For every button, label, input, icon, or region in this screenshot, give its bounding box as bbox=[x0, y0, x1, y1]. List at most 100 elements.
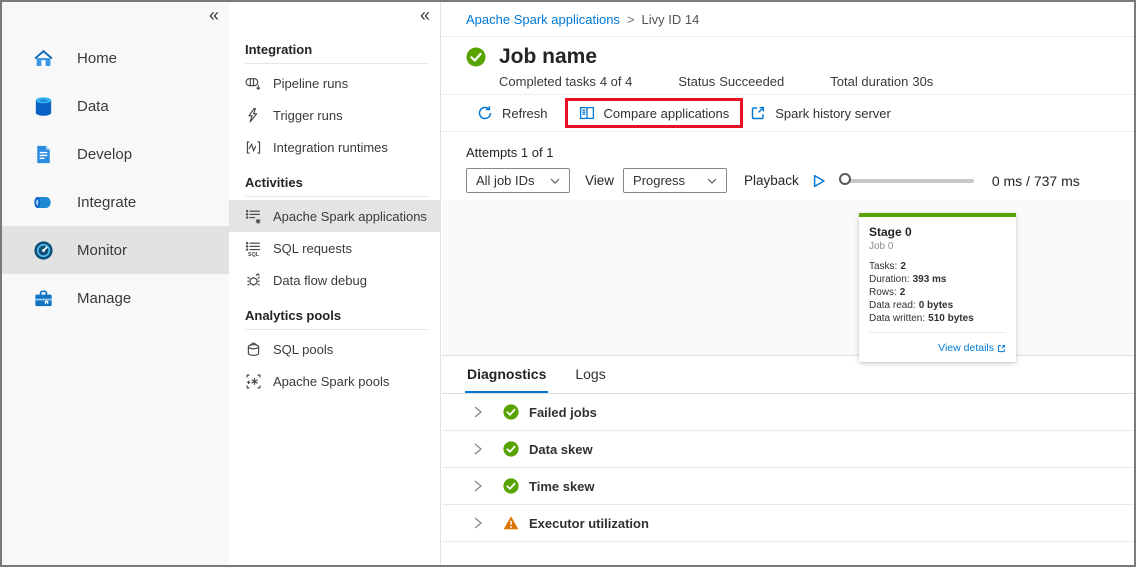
sidebar-item-label: Monitor bbox=[77, 242, 127, 259]
sql-pools-icon bbox=[245, 341, 262, 358]
spark-pools-icon bbox=[245, 373, 262, 390]
sidebar-item-sql-pools[interactable]: SQL pools bbox=[229, 333, 440, 365]
sidebar-item-sql-requests[interactable]: SQL SQL requests bbox=[229, 232, 440, 264]
svg-text:SQL: SQL bbox=[248, 251, 260, 256]
sql-requests-icon: SQL bbox=[245, 240, 262, 257]
sidebar-item-apache-spark-pools[interactable]: Apache Spark pools bbox=[229, 365, 440, 397]
sidebar-item-label: SQL requests bbox=[273, 241, 352, 256]
sidebar-item-label: Integrate bbox=[77, 194, 136, 211]
view-label: View bbox=[585, 173, 614, 188]
success-status-icon bbox=[503, 404, 519, 420]
breadcrumb-current: Livy ID 14 bbox=[642, 12, 700, 27]
refresh-icon bbox=[477, 105, 493, 121]
stage-metric: Rows:2 bbox=[869, 286, 1006, 299]
lightning-icon bbox=[245, 107, 262, 124]
diagnostic-row-failed-jobs[interactable]: Failed jobs bbox=[442, 394, 1134, 431]
toolbar: Refresh Compare applications Spark histo… bbox=[442, 95, 1134, 132]
red-callout-box: Compare applications bbox=[565, 98, 744, 128]
sidebar-item-label: SQL pools bbox=[273, 342, 333, 357]
stat-completed-tasks: Completed tasks4 of 4 bbox=[499, 74, 636, 89]
sidebar-item-integration-runtimes[interactable]: Integration runtimes bbox=[229, 131, 440, 163]
section-divider bbox=[245, 63, 428, 64]
refresh-button[interactable]: Refresh bbox=[477, 105, 548, 121]
integration-runtimes-icon bbox=[245, 139, 262, 156]
stage-metric: Data written:510 bytes bbox=[869, 312, 1006, 325]
sidebar-item-data[interactable]: Data bbox=[2, 82, 229, 130]
playback-slider[interactable] bbox=[841, 179, 974, 183]
sidebar-item-pipeline-runs[interactable]: Pipeline runs bbox=[229, 67, 440, 99]
success-status-icon bbox=[503, 478, 519, 494]
playback-slider-handle[interactable] bbox=[839, 173, 851, 185]
tab-logs[interactable]: Logs bbox=[575, 366, 605, 393]
section-header-integration: Integration bbox=[229, 42, 440, 63]
sidebar-item-home[interactable]: Home bbox=[2, 34, 229, 82]
spark-applications-icon bbox=[245, 208, 262, 225]
main-sidebar: « Home Data Develop bbox=[2, 2, 229, 565]
sidebar-item-monitor[interactable]: Monitor bbox=[2, 226, 229, 274]
view-details-link[interactable]: View details bbox=[938, 342, 1006, 354]
compare-applications-button[interactable]: Compare applications bbox=[579, 105, 730, 121]
sidebar-item-label: Apache Spark pools bbox=[273, 374, 389, 389]
sidebar-item-data-flow-debug[interactable]: Data flow debug bbox=[229, 264, 440, 296]
main-content: Apache Spark applications > Livy ID 14 J… bbox=[442, 2, 1134, 565]
sidebar-item-label: Apache Spark applications bbox=[273, 209, 427, 224]
section-divider bbox=[245, 329, 428, 330]
breadcrumb-separator: > bbox=[627, 12, 635, 27]
chevron-down-icon bbox=[707, 178, 717, 184]
gauge-icon bbox=[32, 239, 55, 262]
job-id-filter-dropdown[interactable]: All job IDs bbox=[466, 168, 570, 193]
app-window: « Home Data Develop bbox=[0, 0, 1136, 567]
stage-subtitle: Job 0 bbox=[869, 241, 1006, 252]
sidebar-item-integrate[interactable]: Integrate bbox=[2, 178, 229, 226]
breadcrumb: Apache Spark applications > Livy ID 14 bbox=[442, 2, 1134, 37]
breadcrumb-parent-link[interactable]: Apache Spark applications bbox=[466, 12, 620, 27]
sidebar-item-label: Develop bbox=[77, 146, 132, 163]
sidebar-item-label: Data flow debug bbox=[273, 273, 367, 288]
sidebar-item-label: Pipeline runs bbox=[273, 76, 348, 91]
sidebar-item-apache-spark-applications[interactable]: Apache Spark applications bbox=[229, 200, 440, 232]
external-link-icon bbox=[750, 105, 766, 121]
monitor-sidebar: « Integration Pipeline runs Trigger runs bbox=[229, 2, 441, 565]
data-flow-debug-icon bbox=[245, 272, 262, 289]
attempts-label: Attempts 1 of 1 bbox=[466, 145, 1134, 160]
warning-status-icon bbox=[503, 515, 519, 531]
chevron-right-icon[interactable] bbox=[472, 442, 484, 456]
playback-controls: Attempts 1 of 1 All job IDs View Progres… bbox=[442, 132, 1134, 200]
compare-icon bbox=[579, 105, 595, 121]
sidebar-item-develop[interactable]: Develop bbox=[2, 130, 229, 178]
home-icon bbox=[32, 47, 55, 70]
sidebar-item-trigger-runs[interactable]: Trigger runs bbox=[229, 99, 440, 131]
view-dropdown[interactable]: Progress bbox=[623, 168, 727, 193]
playback-time: 0 ms / 737 ms bbox=[992, 173, 1080, 189]
success-status-icon bbox=[466, 47, 486, 67]
stage-metric: Tasks:2 bbox=[869, 260, 1006, 273]
chevron-right-icon[interactable] bbox=[472, 405, 484, 419]
stage-tooltip-card: Stage 0 Job 0 Tasks:2 Duration:393 ms Ro… bbox=[859, 213, 1016, 362]
pipeline-icon bbox=[32, 191, 55, 214]
chevron-right-icon[interactable] bbox=[472, 516, 484, 530]
chevron-down-icon bbox=[550, 178, 560, 184]
diagnostic-row-executor-utilization[interactable]: Executor utilization bbox=[442, 505, 1134, 542]
job-header: Job name Completed tasks4 of 4 StatusSuc… bbox=[442, 37, 1134, 95]
playback-label: Playback bbox=[744, 173, 799, 188]
chevron-right-icon[interactable] bbox=[472, 479, 484, 493]
section-header-activities: Activities bbox=[229, 175, 440, 196]
diagnostics-list: Failed jobs Data skew Time skew Executor… bbox=[442, 394, 1134, 542]
page-title: Job name bbox=[499, 45, 597, 69]
collapse-main-sidebar-icon[interactable]: « bbox=[209, 6, 219, 24]
tab-diagnostics[interactable]: Diagnostics bbox=[465, 366, 548, 393]
play-icon[interactable] bbox=[811, 173, 827, 189]
job-graph-canvas: Stage 0 Job 0 Tasks:2 Duration:393 ms Ro… bbox=[442, 200, 1134, 356]
diagnostic-row-data-skew[interactable]: Data skew bbox=[442, 431, 1134, 468]
collapse-monitor-sidebar-icon[interactable]: « bbox=[420, 6, 430, 24]
sidebar-item-label: Trigger runs bbox=[273, 108, 343, 123]
sidebar-item-manage[interactable]: Manage bbox=[2, 274, 229, 322]
sidebar-item-label: Home bbox=[77, 50, 117, 67]
sidebar-item-label: Integration runtimes bbox=[273, 140, 388, 155]
document-icon bbox=[32, 143, 55, 166]
diagnostic-row-time-skew[interactable]: Time skew bbox=[442, 468, 1134, 505]
pipeline-runs-icon bbox=[245, 75, 262, 92]
spark-history-server-button[interactable]: Spark history server bbox=[750, 105, 891, 121]
sidebar-item-label: Data bbox=[77, 98, 109, 115]
stat-status: StatusSucceeded bbox=[678, 74, 788, 89]
